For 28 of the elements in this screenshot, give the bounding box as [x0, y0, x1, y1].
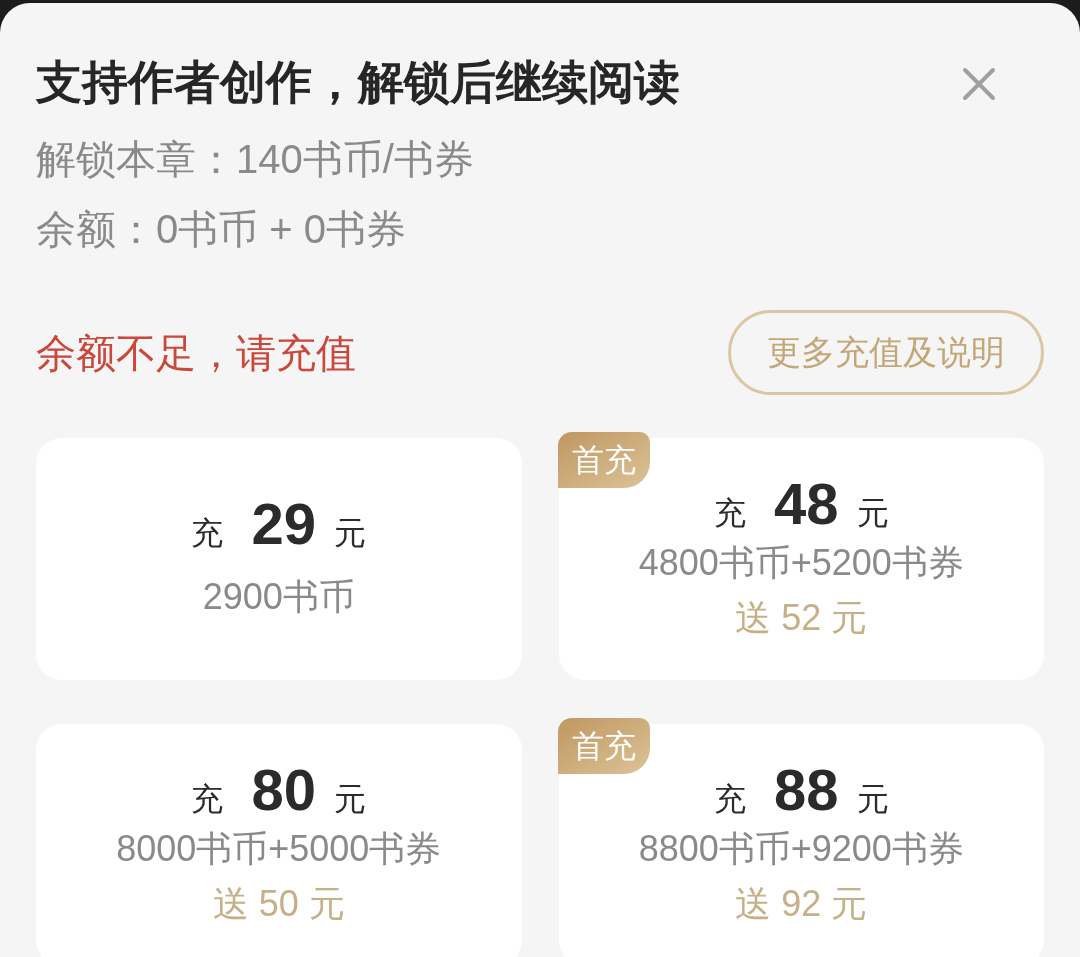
currency-unit: 元 [856, 780, 889, 819]
currency-unit: 元 [856, 494, 889, 533]
currency-unit: 元 [334, 514, 366, 553]
balance-text: 余额：0书币 + 0书券 [36, 206, 407, 253]
first-recharge-badge: 首充 [557, 718, 650, 774]
unlock-cost-text: 解锁本章：140书币/书券 [36, 136, 474, 183]
recharge-label: 充 [191, 514, 224, 553]
bonus-text: 送 50 元 [212, 882, 345, 926]
bonus-text: 送 52 元 [735, 596, 868, 640]
coin-amount-text: 2900书币 [202, 575, 355, 619]
price-amount: 80 [251, 759, 316, 821]
first-recharge-badge: 首充 [557, 432, 650, 488]
bonus-text: 送 92 元 [735, 882, 868, 926]
coin-amount-text: 8000书币+5000书券 [116, 827, 442, 871]
price-amount: 29 [251, 493, 316, 555]
recharge-option-card[interactable]: 充 29 元 2900书币 [36, 438, 522, 680]
coin-amount-text: 8800书币+9200书券 [638, 827, 964, 871]
price-amount: 88 [774, 759, 839, 821]
insufficient-balance-notice: 余额不足，请充值 [36, 329, 356, 377]
recharge-label: 充 [191, 780, 224, 819]
recharge-label: 充 [714, 494, 746, 533]
coin-amount-text: 4800书币+5200书券 [638, 541, 964, 585]
recharge-option-card[interactable]: 充 80 元 8000书币+5000书券 送 50 元 [36, 724, 522, 957]
recharge-label: 充 [714, 780, 746, 819]
close-icon[interactable] [962, 67, 996, 101]
currency-unit: 元 [334, 780, 366, 819]
price-amount: 48 [774, 473, 839, 535]
sheet-title: 支持作者创作，解锁后继续阅读 [36, 55, 680, 110]
